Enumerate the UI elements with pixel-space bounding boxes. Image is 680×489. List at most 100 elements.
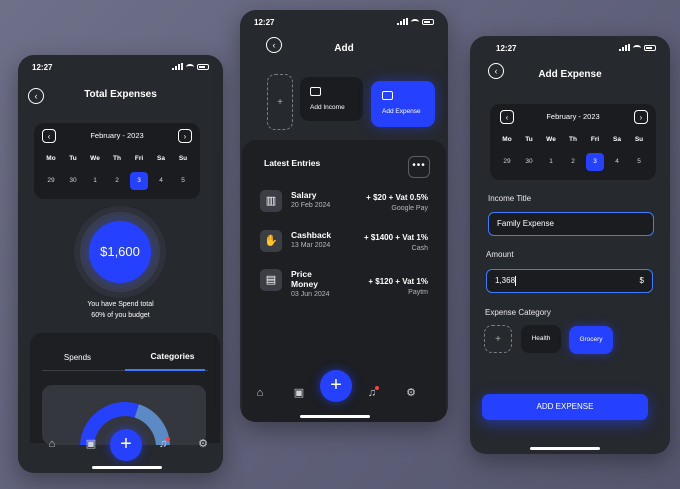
add-button[interactable]: + bbox=[110, 429, 142, 461]
notification-dot bbox=[166, 437, 170, 441]
add-income-label: Add Income bbox=[310, 104, 345, 111]
income-title-value: Family Expense bbox=[497, 219, 554, 228]
entry-method: Paytm bbox=[408, 289, 428, 296]
notification-dot bbox=[375, 386, 379, 390]
add-expense-submit-button[interactable]: ADD EXPENSE bbox=[482, 394, 648, 420]
battery-icon bbox=[197, 63, 209, 70]
amount-input[interactable]: 1,368 $ bbox=[486, 269, 653, 293]
calendar: ‹ February - 2023 › Mo Tu We Th Fri Sa S… bbox=[34, 123, 200, 199]
weekday: Tu bbox=[69, 155, 77, 162]
wifi-icon bbox=[186, 63, 194, 70]
weekday: Mo bbox=[46, 155, 56, 162]
chart-icon[interactable]: ▣ bbox=[84, 437, 98, 451]
day-cell[interactable]: 30 bbox=[520, 158, 538, 171]
status-bar: 12:27 bbox=[18, 55, 223, 75]
status-bar: 12:27 bbox=[240, 10, 448, 30]
add-button[interactable]: + bbox=[320, 370, 352, 402]
gear-icon[interactable]: ⚙ bbox=[404, 386, 418, 400]
day-cell-selected[interactable]: 3 bbox=[586, 153, 604, 171]
home-icon[interactable]: ⌂ bbox=[45, 437, 59, 451]
weekday: Su bbox=[178, 155, 188, 162]
day-cell[interactable]: 30 bbox=[64, 177, 82, 190]
day-cell[interactable]: 5 bbox=[174, 177, 192, 190]
amount-label: Amount bbox=[486, 250, 514, 259]
day-cell[interactable]: 5 bbox=[630, 158, 648, 171]
day-cell-selected[interactable]: 3 bbox=[130, 172, 148, 190]
next-month-button[interactable]: › bbox=[178, 129, 192, 143]
next-month-button[interactable]: › bbox=[634, 110, 648, 124]
page-title: Total Expenses bbox=[84, 89, 157, 100]
weekday: Sa bbox=[613, 136, 621, 143]
entry-name-line: Money bbox=[291, 279, 318, 289]
budget-line-1: You have Spend total bbox=[87, 301, 154, 308]
status-icons bbox=[172, 63, 209, 70]
income-title-input[interactable]: Family Expense bbox=[488, 212, 654, 236]
weekday: Su bbox=[634, 136, 644, 143]
balance-circle: $1,600 bbox=[89, 221, 151, 283]
tab-categories[interactable]: Categories bbox=[125, 351, 220, 361]
day-cell[interactable]: 1 bbox=[86, 177, 104, 190]
calendar-month: February - 2023 bbox=[546, 112, 600, 121]
add-screen: 12:27 ‹ Add + Add Income Add Expense Lat… bbox=[240, 10, 448, 422]
category-health[interactable]: Health bbox=[521, 325, 561, 353]
gear-icon[interactable]: ⚙ bbox=[196, 437, 210, 451]
days-row: 29 30 1 2 3 4 5 bbox=[42, 172, 192, 190]
receipt-icon: ▤ bbox=[260, 269, 282, 291]
amount-value: 1,368 bbox=[495, 276, 516, 285]
add-expense-button[interactable]: Add Expense bbox=[371, 81, 435, 127]
bottom-navigation: ⌂ ▣ + ♫ ⚙ bbox=[18, 421, 223, 473]
day-cell[interactable]: 1 bbox=[542, 158, 560, 171]
day-cell[interactable]: 2 bbox=[108, 177, 126, 190]
day-cell[interactable]: 4 bbox=[152, 177, 170, 190]
entry-date: 03 Jun 2024 bbox=[291, 291, 330, 298]
expense-category-label: Expense Category bbox=[485, 308, 551, 317]
wallet-icon bbox=[310, 87, 321, 96]
more-button[interactable]: ••• bbox=[408, 156, 430, 178]
day-cell[interactable]: 29 bbox=[42, 177, 60, 190]
home-indicator bbox=[300, 415, 370, 418]
add-placeholder-button[interactable]: + bbox=[267, 74, 293, 130]
day-cell[interactable]: 2 bbox=[564, 158, 582, 171]
weekday: Tu bbox=[525, 136, 533, 143]
day-cell[interactable]: 29 bbox=[498, 158, 516, 171]
weekday: Th bbox=[113, 155, 121, 162]
entry-name-line: Price bbox=[291, 269, 312, 279]
status-time: 12:27 bbox=[496, 44, 517, 53]
currency-symbol: $ bbox=[639, 276, 644, 285]
home-icon[interactable]: ⌂ bbox=[253, 386, 267, 400]
weekday: Fri bbox=[590, 136, 600, 143]
chart-icon[interactable]: ▣ bbox=[292, 386, 306, 400]
latest-entries-title: Latest Entries bbox=[264, 158, 321, 168]
total-expenses-screen: 12:27 ‹ Total Expenses ‹ February - 2023… bbox=[18, 55, 223, 473]
add-expense-screen: 12:27 ‹ Add Expense ‹ February - 2023 › … bbox=[470, 36, 670, 454]
entry-name: Cashback bbox=[291, 230, 332, 240]
income-title-label: Income Title bbox=[488, 194, 532, 203]
add-income-button[interactable]: Add Income bbox=[300, 77, 363, 121]
wifi-icon bbox=[411, 18, 419, 25]
wallet-icon bbox=[382, 91, 393, 100]
calendar-month: February - 2023 bbox=[90, 131, 144, 140]
wallet-icon: ▥ bbox=[260, 190, 282, 212]
day-cell[interactable]: 4 bbox=[608, 158, 626, 171]
add-category-button[interactable]: + bbox=[484, 325, 512, 353]
entry-date: 20 Feb 2024 bbox=[291, 202, 331, 209]
weekday: Th bbox=[569, 136, 577, 143]
category-grocery[interactable]: Grocery bbox=[569, 326, 613, 354]
entry-amount: + $120 + Vat 1% bbox=[368, 277, 428, 286]
battery-icon bbox=[644, 44, 656, 51]
signal-icon bbox=[172, 63, 183, 70]
entry-row[interactable]: ▤ Price Money 03 Jun 2024 + $120 + Vat 1… bbox=[260, 267, 428, 301]
add-expense-label: Add Expense bbox=[382, 108, 421, 115]
entry-amount: + $20 + Vat 0.5% bbox=[366, 193, 428, 202]
wifi-icon bbox=[633, 44, 641, 51]
tab-spends[interactable]: Spends bbox=[30, 353, 125, 362]
entry-method: Cash bbox=[411, 245, 428, 252]
weekday-row: Mo Tu We Th Fri Sa Su bbox=[498, 136, 648, 143]
weekday-row: Mo Tu We Th Fri Sa Su bbox=[42, 155, 192, 162]
entry-row[interactable]: ✋ Cashback 13 Mar 2024 + $1400 + Vat 1% … bbox=[260, 228, 428, 262]
status-bar: 12:27 bbox=[470, 36, 670, 56]
weekday: We bbox=[90, 155, 100, 162]
calendar: ‹ February - 2023 › Mo Tu We Th Fri Sa S… bbox=[490, 104, 656, 180]
home-indicator bbox=[92, 466, 162, 469]
entry-row[interactable]: ▥ Salary 20 Feb 2024 + $20 + Vat 0.5% Go… bbox=[260, 188, 428, 222]
